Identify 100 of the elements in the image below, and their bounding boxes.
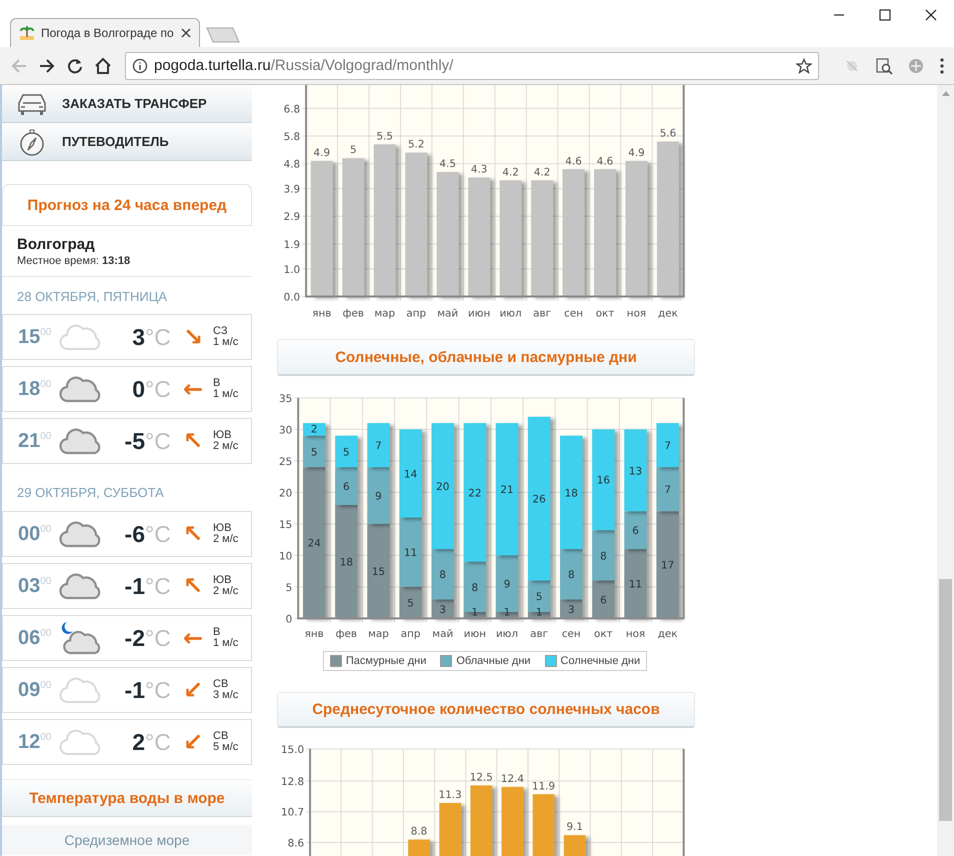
value-label: 6 (632, 524, 639, 537)
menu-icon[interactable] (939, 56, 945, 74)
y-tick-label: 10 (279, 550, 292, 562)
maximize-icon[interactable] (879, 9, 891, 21)
url-text: pogoda.turtella.ru/Russia/Volgograd/monthly/ (154, 57, 454, 74)
value-label: 4.9 (628, 146, 645, 159)
temperature: -1 (124, 572, 145, 600)
temperature: 3 (131, 324, 145, 350)
value-label: 20 (436, 480, 450, 493)
bar (592, 580, 615, 618)
temperature: -1 (124, 676, 145, 704)
value-label: 14 (404, 468, 418, 480)
page-search-icon[interactable] (875, 56, 893, 74)
value-label: 9 (375, 490, 382, 502)
x-tick-label: окт (594, 628, 613, 640)
value-label: 12.4 (500, 773, 524, 786)
temperature-unit: °C (145, 324, 172, 350)
value-label: 4.6 (596, 155, 614, 168)
wind-speed: 2 м/с (213, 586, 238, 597)
value-label: 22 (468, 487, 482, 500)
wind-arrow: ↖ (182, 574, 204, 598)
value-label: 4.2 (502, 166, 519, 178)
wind-direction: ЮВ (213, 430, 232, 441)
menu-button[interactable]: ПУТЕВОДИТЕЛЬ (2, 123, 252, 161)
star-icon[interactable] (796, 58, 812, 74)
x-tick-label: июл (496, 628, 518, 640)
section-heading: Среднесуточное количество солнечных часов (277, 692, 695, 728)
close-icon[interactable] (181, 28, 191, 38)
legend-label: Облачные дни (456, 654, 531, 667)
value-label: 18 (340, 556, 353, 568)
reload-icon[interactable] (66, 56, 84, 74)
x-tick-label: янв (312, 307, 332, 320)
value-label: 5 (536, 591, 542, 604)
address-bar[interactable]: pogoda.turtella.ru/Russia/Volgograd/monthly/ (125, 52, 819, 80)
bar (564, 836, 586, 856)
date-heading: 29 ОКТЯБРЯ, СУББОТА (16, 484, 165, 502)
browser-tab[interactable]: Погода в Волгограде по (10, 18, 200, 47)
x-tick-label: сен (562, 628, 581, 640)
value-label: 1 (472, 606, 478, 618)
wind-speed: 2 м/с (213, 441, 238, 452)
local-time: Местное время: 13:18 (17, 255, 132, 267)
value-label: 7 (664, 440, 671, 452)
temperature: -5 (124, 428, 145, 454)
wind-arrow: ← (182, 377, 204, 401)
temperature-unit: °C (145, 676, 172, 704)
close-icon[interactable] (925, 9, 937, 21)
x-tick-label: июн (464, 628, 486, 640)
value-label: 3 (568, 604, 575, 616)
y-tick-label: 5 (286, 582, 292, 594)
wind-arrow: ↙ (182, 730, 204, 754)
temperature: -2 (124, 624, 145, 652)
y-tick-label: 35 (279, 392, 292, 405)
temperature-unit: °C (145, 520, 172, 548)
y-tick-label: 2.9 (284, 211, 300, 224)
x-tick-label: июл (500, 307, 522, 320)
date-heading: 28 ОКТЯБРЯ, ПЯТНИЦА (16, 288, 168, 306)
scrollbar-thumb[interactable] (939, 579, 952, 821)
bar (367, 422, 390, 468)
y-tick-label: 1.0 (284, 264, 300, 276)
wind-direction: ЮВ (213, 575, 232, 586)
value-label: 11.9 (532, 780, 556, 793)
x-tick-label: апр (406, 307, 426, 320)
hour-text: 00 (18, 522, 40, 544)
hour-text: 06 (18, 626, 40, 648)
value-label: 26 (532, 493, 546, 506)
value-label: 2 (310, 424, 318, 436)
x-tick-label: мар (374, 307, 396, 320)
legend-label: Солнечные дни (560, 654, 640, 667)
y-tick-label: 1.9 (284, 238, 300, 251)
bar (439, 803, 462, 856)
y-tick-label: 6.8 (284, 103, 300, 116)
wind-arrow: ← (182, 626, 204, 650)
wind-arrow: ↘ (182, 325, 204, 349)
bar (408, 840, 430, 856)
value-label: 1 (536, 606, 542, 618)
value-label: 5 (343, 446, 350, 458)
wind-direction: ЮВ (213, 523, 232, 534)
home-icon[interactable] (94, 56, 112, 74)
wind-speed: 2 м/с (213, 534, 238, 545)
temperature: 0 (131, 376, 145, 402)
value-label: 15 (372, 566, 386, 578)
wind-speed: 3 м/с (213, 690, 238, 701)
y-tick-label: 0 (286, 613, 292, 626)
value-label: 5.2 (408, 138, 424, 151)
temperature-unit: °C (145, 376, 172, 402)
temperature-unit: °C (145, 728, 172, 756)
menu-button[interactable]: ЗАКАЗАТЬ ТРАНСФЕР (2, 85, 252, 123)
legend-label: Пасмурные дни (346, 654, 426, 667)
y-tick-label: 20 (279, 487, 292, 500)
value-label: 11 (628, 578, 642, 590)
value-label: 4.5 (439, 158, 456, 170)
value-label: 5 (310, 446, 318, 458)
x-tick-label: ноя (626, 628, 646, 640)
forward-icon[interactable] (38, 56, 56, 74)
value-label: 16 (596, 474, 610, 487)
value-label: 1 (504, 606, 510, 618)
x-tick-label: апр (400, 628, 420, 640)
x-tick-label: фев (342, 307, 364, 320)
x-tick-label: ноя (626, 307, 646, 320)
hour-text: 21 (18, 430, 40, 452)
